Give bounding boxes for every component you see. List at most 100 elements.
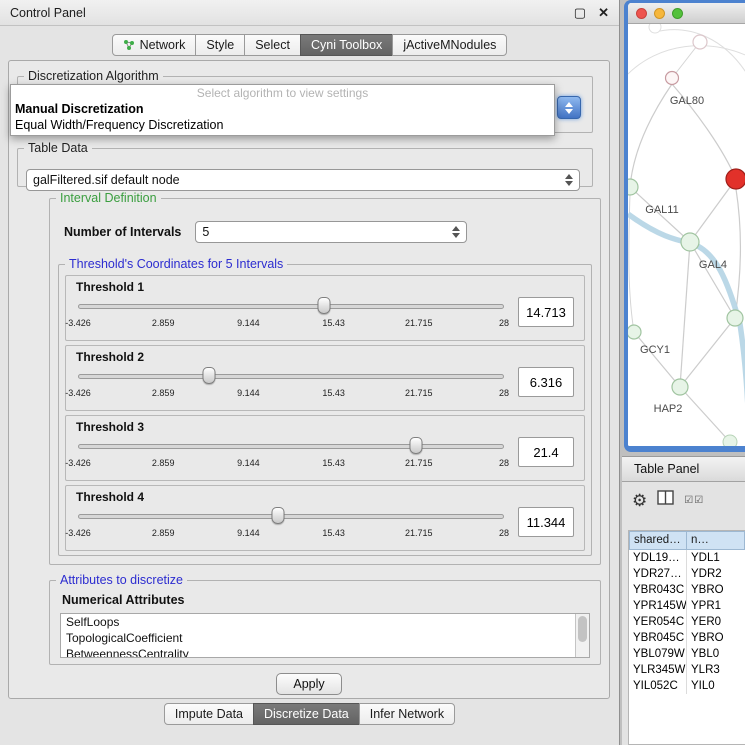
table-row[interactable]: YDL19…YDL1: [629, 550, 745, 566]
tick-label: 15.43: [322, 388, 345, 398]
table-row[interactable]: YPR145WYPR1: [629, 598, 745, 614]
numerical-attributes-list[interactable]: SelfLoops TopologicalCoefficient Between…: [60, 613, 590, 658]
slider-track[interactable]: [78, 444, 504, 449]
select-columns-icon[interactable]: ☑☑: [684, 495, 704, 506]
tab-infer-network[interactable]: Infer Network: [359, 703, 455, 725]
threshold-slider[interactable]: -3.426 2.859 9.144 15.43 21.715 28: [76, 436, 506, 474]
network-node[interactable]: [727, 310, 743, 326]
network-node-selected-red[interactable]: [726, 169, 745, 189]
tab-style-label: Style: [206, 38, 234, 52]
network-node-gal11[interactable]: [628, 179, 638, 195]
tab-select[interactable]: Select: [244, 34, 301, 56]
attribute-list-item[interactable]: TopologicalCoefficient: [61, 630, 589, 646]
network-node-gal80[interactable]: [666, 72, 679, 85]
table-row[interactable]: YBL079WYBL0: [629, 646, 745, 662]
network-node[interactable]: [723, 435, 737, 449]
tick-label: -3.426: [65, 458, 91, 468]
group-thresholds: Threshold's Coordinates for 5 Intervals …: [58, 257, 592, 556]
tick-label: 21.715: [405, 318, 433, 328]
slider-track[interactable]: [78, 374, 504, 379]
threshold-value-field[interactable]: [518, 437, 574, 467]
attribute-list-item[interactable]: BetweennessCentrality: [61, 646, 589, 658]
threshold-value-field[interactable]: [518, 367, 574, 397]
combo-up-arrow-icon: [565, 102, 573, 107]
network-node-gcy1[interactable]: [628, 325, 641, 339]
group-attributes-to-discretize: Attributes to discretize Numerical Attri…: [49, 573, 601, 665]
network-node-gal4[interactable]: [681, 233, 699, 251]
network-node[interactable]: [649, 24, 661, 33]
attribute-list-item[interactable]: SelfLoops: [61, 614, 589, 630]
tick-label: 28: [499, 458, 509, 468]
table-panel-toolbar: ⚙ ☑☑: [632, 490, 704, 510]
threshold-value-field[interactable]: [518, 297, 574, 327]
tab-impute-data[interactable]: Impute Data: [164, 703, 254, 725]
number-of-intervals-row: Number of Intervals 5: [64, 221, 467, 243]
slider-thumb[interactable]: [318, 297, 331, 314]
slider-track[interactable]: [78, 514, 504, 519]
threshold-panel-3: Threshold 3 -3.426 2.859 9.144: [65, 415, 585, 481]
cell-shared-name: YBR045C: [629, 630, 687, 646]
table-row[interactable]: YIL052CYIL0: [629, 678, 745, 694]
table-row[interactable]: YER054CYER0: [629, 614, 745, 630]
table-data-combo[interactable]: galFiltered.sif default node: [26, 169, 580, 191]
columns-icon[interactable]: [657, 490, 674, 510]
threshold-slider[interactable]: -3.426 2.859 9.144 15.43 21.715 28: [76, 296, 506, 334]
cell-name: YDL1: [687, 550, 745, 566]
tab-style[interactable]: Style: [195, 34, 245, 56]
tab-jactivemnodules[interactable]: jActiveMNodules: [392, 34, 507, 56]
close-icon[interactable]: ✕: [598, 6, 609, 19]
slider-thumb[interactable]: [203, 367, 216, 384]
window-minimize-button[interactable]: [654, 8, 665, 19]
group-attributes-title: Attributes to discretize: [56, 573, 187, 587]
combo-arrows-icon: [565, 174, 573, 186]
tab-cyni-toolbox[interactable]: Cyni Toolbox: [300, 34, 393, 56]
threshold-value-field[interactable]: [518, 507, 574, 537]
tab-network[interactable]: Network: [112, 34, 197, 56]
tick-label: 21.715: [405, 388, 433, 398]
slider-thumb[interactable]: [272, 507, 285, 524]
attributes-scrollbar-thumb[interactable]: [578, 616, 587, 642]
number-of-intervals-combo[interactable]: 5: [195, 221, 467, 243]
cell-shared-name: YDL19…: [629, 550, 687, 566]
column-header-name[interactable]: n…: [686, 531, 745, 550]
cell-name: YIL0: [687, 678, 745, 694]
algorithm-option-manual-discretization[interactable]: Manual Discretization: [11, 101, 554, 117]
tick-label: 15.43: [322, 318, 345, 328]
float-window-icon[interactable]: ▢: [574, 6, 586, 19]
group-interval-definition: Interval Definition Number of Intervals …: [49, 191, 601, 565]
algorithm-dropdown-popup: Select algorithm to view settings Manual…: [10, 84, 555, 136]
attributes-scrollbar[interactable]: [575, 614, 589, 657]
group-table-data: Table Data galFiltered.sif default node: [17, 141, 593, 187]
table-row[interactable]: YDR27…YDR2: [629, 566, 745, 582]
window-close-button[interactable]: [636, 8, 647, 19]
window-zoom-button[interactable]: [672, 8, 683, 19]
tick-label: 21.715: [405, 528, 433, 538]
table-row[interactable]: YLR345WYLR3: [629, 662, 745, 678]
cell-name: YER0: [687, 614, 745, 630]
algorithm-combo-button[interactable]: [557, 96, 581, 119]
table-row[interactable]: YBR045CYBRO: [629, 630, 745, 646]
table-header-row: shared… n…: [629, 531, 745, 550]
threshold-slider[interactable]: -3.426 2.859 9.144 15.43 21.715 28: [76, 366, 506, 404]
table-row[interactable]: YBR043CYBRO: [629, 582, 745, 598]
cell-shared-name: YPR145W: [629, 598, 687, 614]
control-panel-titlebar: Control Panel ▢ ✕: [0, 0, 619, 26]
cell-shared-name: YDR27…: [629, 566, 687, 582]
numerical-attributes-label: Numerical Attributes: [62, 593, 184, 607]
column-header-shared-name[interactable]: shared…: [629, 531, 687, 550]
apply-button[interactable]: Apply: [276, 673, 342, 695]
algorithm-option-equal-width-frequency[interactable]: Equal Width/Frequency Discretization: [11, 117, 554, 133]
cell-name: YDR2: [687, 566, 745, 582]
tick-label: 9.144: [237, 458, 260, 468]
tab-discretize-data[interactable]: Discretize Data: [253, 703, 360, 725]
slider-thumb[interactable]: [409, 437, 422, 454]
bottom-tabbar: Impute Data Discretize Data Infer Networ…: [0, 703, 619, 725]
network-canvas[interactable]: GAL80 GAL11 GAL4 GCY1 HAP2: [628, 24, 745, 446]
tick-label: 2.859: [152, 528, 175, 538]
network-node[interactable]: [693, 35, 707, 49]
gear-icon[interactable]: ⚙: [632, 492, 647, 509]
slider-track[interactable]: [78, 304, 504, 309]
threshold-slider[interactable]: -3.426 2.859 9.144 15.43 21.715 28: [76, 506, 506, 544]
tick-label: 9.144: [237, 388, 260, 398]
network-node-hap2[interactable]: [672, 379, 688, 395]
